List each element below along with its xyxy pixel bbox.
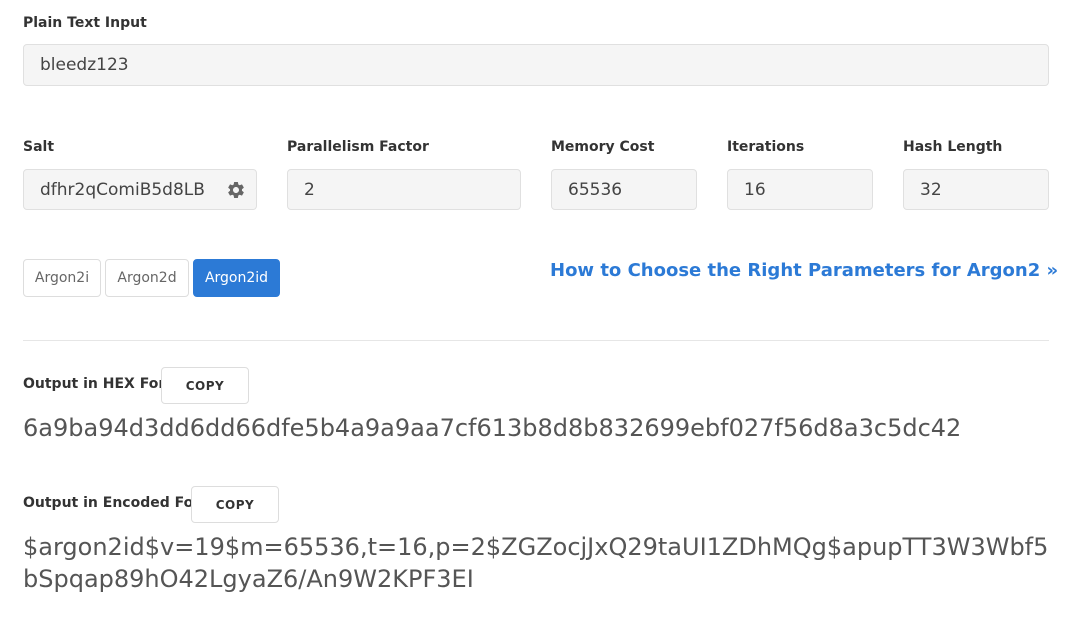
iterations-value: 16 (744, 179, 766, 200)
output-hex-value: 6a9ba94d3dd6dd66dfe5b4a9a9aa7cf613b8d8b8… (23, 414, 962, 442)
output-encoded-label: Output in Encoded Form (23, 495, 215, 511)
variant-button-argon2d[interactable]: Argon2d (105, 259, 189, 297)
divider (23, 340, 1049, 341)
output-encoded-value: $argon2id$v=19$m=65536,t=16,p=2$ZGZocjJx… (23, 533, 1049, 593)
parallelism-value: 2 (304, 179, 315, 200)
variant-button-argon2id[interactable]: Argon2id (193, 259, 280, 297)
variant-button-argon2i[interactable]: Argon2i (23, 259, 101, 297)
output-hex-label: Output in HEX Form (23, 376, 180, 392)
memory-cost-input[interactable]: 65536 (551, 169, 697, 210)
iterations-input[interactable]: 16 (727, 169, 873, 210)
plain-text-label: Plain Text Input (23, 15, 147, 31)
copy-hex-button[interactable]: COPY (161, 367, 249, 404)
parallelism-input[interactable]: 2 (287, 169, 521, 210)
argon2-hash-generator: Plain Text Input bleedz123 Salt dfhr2qCo… (0, 0, 1069, 630)
parameters-guide-link[interactable]: How to Choose the Right Parameters for A… (550, 260, 1058, 281)
hash-length-input[interactable]: 32 (903, 169, 1049, 210)
salt-input[interactable]: dfhr2qComiB5d8LB (23, 169, 257, 210)
salt-value: dfhr2qComiB5d8LB (40, 179, 205, 200)
copy-encoded-button[interactable]: COPY (191, 486, 279, 523)
gear-icon[interactable] (226, 180, 246, 200)
plain-text-input[interactable]: bleedz123 (23, 44, 1049, 86)
salt-label: Salt (23, 139, 55, 155)
iterations-label: Iterations (727, 139, 805, 155)
memory-cost-value: 65536 (568, 179, 623, 200)
hash-length-value: 32 (920, 179, 942, 200)
hash-length-label: Hash Length (903, 139, 1003, 155)
plain-text-value: bleedz123 (40, 55, 129, 75)
memory-cost-label: Memory Cost (551, 139, 655, 155)
parallelism-label: Parallelism Factor (287, 139, 429, 155)
